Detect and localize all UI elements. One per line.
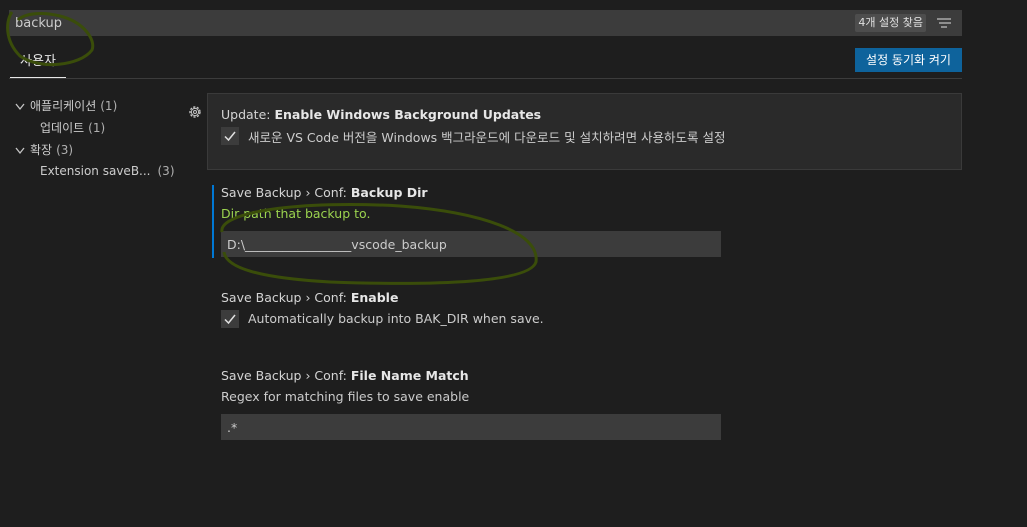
setting-category: Save Backup › Conf: xyxy=(221,368,351,383)
setting-checkbox[interactable] xyxy=(221,127,239,145)
chevron-down-icon xyxy=(15,147,25,154)
setting-name: File Name Match xyxy=(350,368,469,383)
tree-item-application[interactable]: 애플리케이션 (1) xyxy=(14,97,117,114)
file-name-match-input[interactable] xyxy=(221,414,721,440)
setting-title: Save Backup › Conf: Backup Dir xyxy=(221,185,428,200)
setting-name: Backup Dir xyxy=(350,185,428,200)
setting-description: 새로운 VS Code 버전을 Windows 백그라운드에 다운로드 및 설치… xyxy=(248,130,726,145)
tabs-divider xyxy=(9,78,962,79)
check-icon xyxy=(224,314,236,325)
tree-item-count: (3) xyxy=(157,164,175,178)
tree-item-count: (1) xyxy=(88,121,106,135)
tree-item-label: Extension saveB... xyxy=(40,164,151,178)
setting-description: Regex for matching files to save enable xyxy=(221,389,470,404)
setting-title: Save Backup › Conf: Enable xyxy=(221,290,398,305)
tree-item-label: 애플리케이션 xyxy=(30,99,97,113)
setting-name: Enable Windows Background Updates xyxy=(274,107,542,122)
tree-item-label: 확장 xyxy=(30,143,53,157)
setting-description: Dir path that backup to. xyxy=(221,206,371,221)
tab-user[interactable]: 사용자 xyxy=(10,48,66,78)
annotation-overlay xyxy=(6,11,538,285)
chevron-down-icon xyxy=(15,103,25,110)
setting-category: Save Backup › Conf: xyxy=(221,290,351,305)
tree-item-count: (3) xyxy=(56,143,74,157)
tree-item-extension-savebackup[interactable]: Extension saveB... (3) xyxy=(40,164,175,178)
tree-item-count: (1) xyxy=(100,99,118,113)
settings-search-input[interactable] xyxy=(15,10,715,36)
focus-indicator xyxy=(212,185,214,258)
setting-title: Save Backup › Conf: File Name Match xyxy=(221,368,469,383)
tree-item-label: 업데이트 xyxy=(40,121,85,135)
setting-title: Update: Enable Windows Background Update… xyxy=(221,107,541,122)
backup-dir-input[interactable] xyxy=(221,231,721,257)
setting-checkbox[interactable] xyxy=(221,310,239,328)
setting-description: Automatically backup into BAK_DIR when s… xyxy=(248,311,544,326)
setting-category: Update: xyxy=(221,107,275,122)
tree-item-extensions[interactable]: 확장 (3) xyxy=(14,141,73,158)
setting-name: Enable xyxy=(350,290,399,305)
tree-item-update[interactable]: 업데이트 (1) xyxy=(40,119,105,136)
settings-sync-button[interactable]: 설정 동기화 켜기 xyxy=(855,48,962,72)
search-result-count: 4개 설정 찾음 xyxy=(855,14,926,32)
gear-icon[interactable] xyxy=(187,104,203,120)
setting-category: Save Backup › Conf: xyxy=(221,185,351,200)
filter-list-icon[interactable] xyxy=(936,16,952,30)
check-icon xyxy=(224,131,236,142)
settings-search-bar[interactable]: 4개 설정 찾음 xyxy=(9,10,962,36)
